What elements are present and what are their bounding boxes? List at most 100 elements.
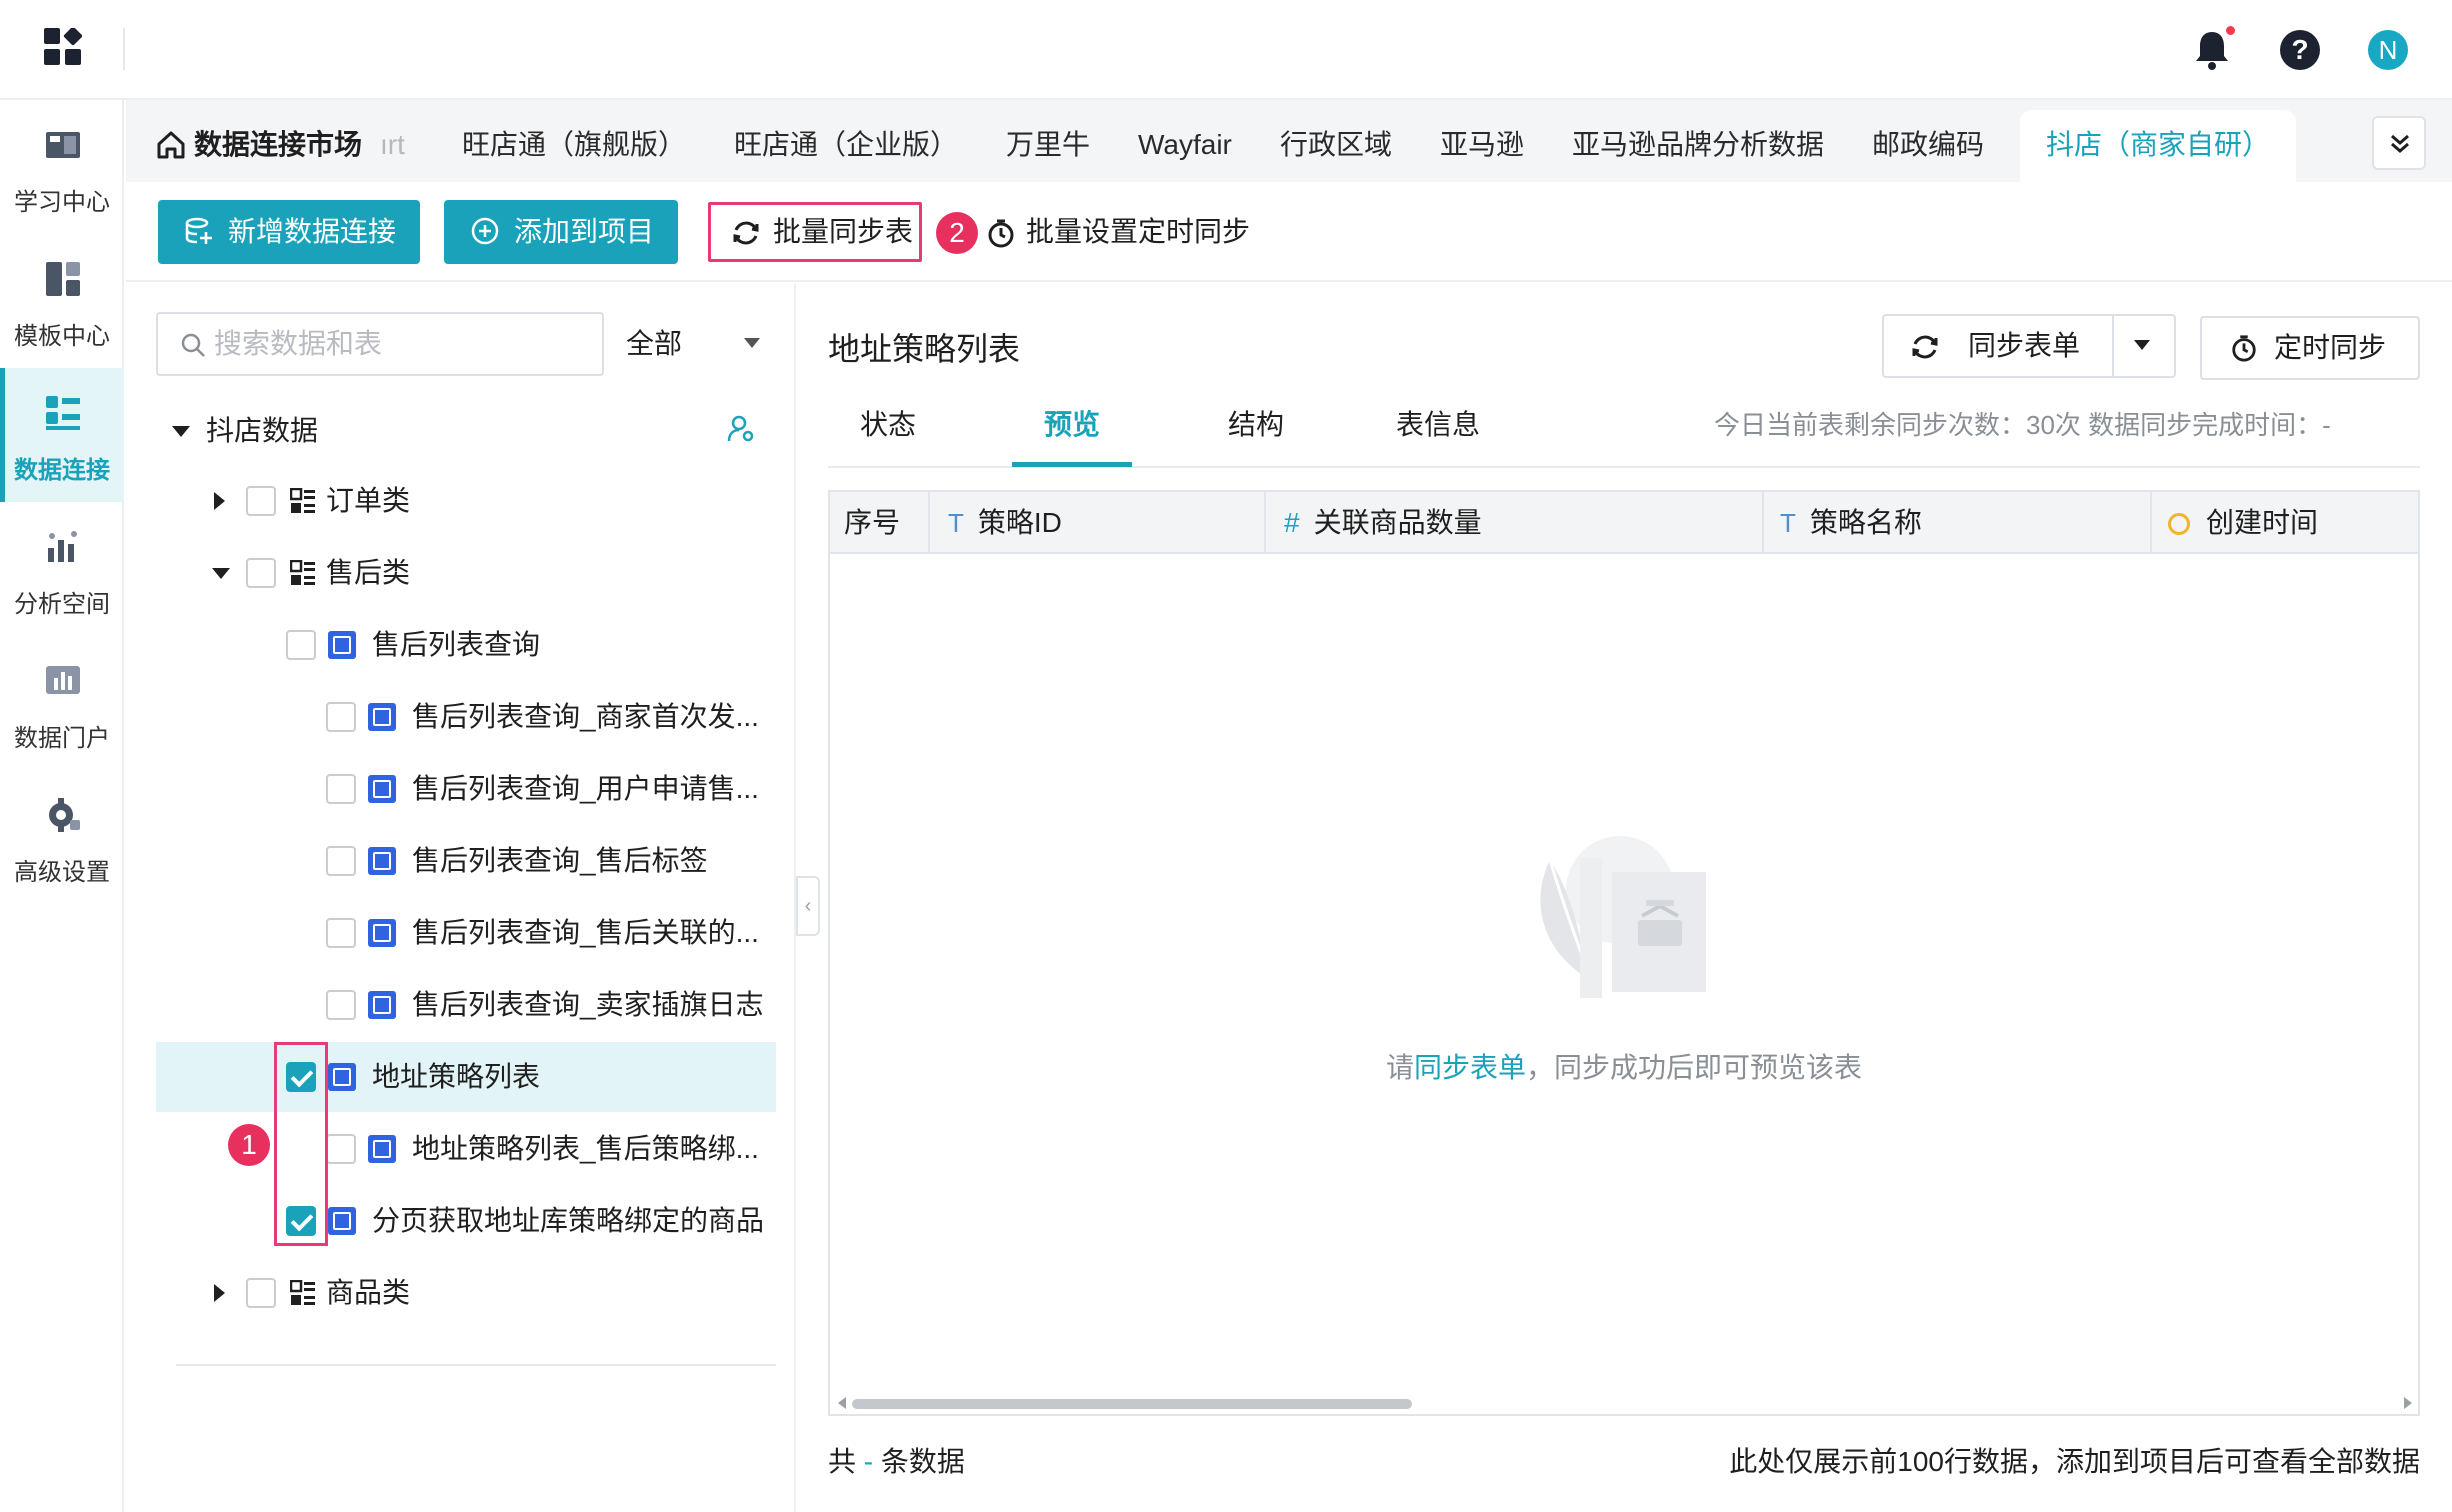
column-header-policy-name[interactable]: T 策略名称 [1764,492,2152,554]
tree-row-child[interactable]: 售后列表查询_卖家插旗日志 [156,970,776,1040]
scrollbar-thumb[interactable] [852,1399,1412,1409]
empty-state-illustration [1540,836,1706,998]
tree-row-child[interactable]: 售后列表查询_售后标签 [156,826,776,896]
nav-item-learning-center[interactable]: 学习中心 [0,100,124,234]
new-data-connection-button[interactable]: 新增数据连接 [158,200,420,264]
checkbox[interactable] [326,990,356,1020]
nav-item-advanced-settings[interactable]: 高级设置 [0,770,124,904]
user-avatar[interactable]: N [2368,30,2408,70]
add-to-project-label: 添加到项目 [514,216,655,247]
tree-row-child[interactable]: 售后列表查询_售后关联的... [156,898,776,968]
tab-postal-code[interactable]: 邮政编码 [1872,110,1984,182]
column-header-product-count[interactable]: # 关联商品数量 [1266,492,1764,554]
checkbox[interactable] [326,702,356,732]
tree-divider [176,1364,776,1366]
sync-icon [733,221,759,245]
tab-table-info[interactable]: 表信息 [1396,392,1480,468]
text-type-icon: T [948,508,964,538]
tab-wangdiantong-flagship[interactable]: 旺店通（旗舰版） [462,110,686,182]
analysis-space-icon [48,531,77,562]
footer-suffix: 条数据 [880,1446,965,1477]
tab-more-button[interactable] [2372,116,2426,170]
detail-title: 地址策略列表 [828,331,1021,367]
help-icon[interactable]: ? [2280,30,2320,70]
add-to-project-button[interactable]: 添加到项目 [444,200,678,264]
nav-item-template-center[interactable]: 模板中心 [0,234,124,368]
tab-wanliniu[interactable]: 万里牛 [1006,110,1090,182]
tree-label: 售后列表查询_售后标签 [412,845,708,876]
checkbox[interactable] [326,918,356,948]
app-grid-icon[interactable] [44,28,82,66]
step-badge-2: 2 [936,212,978,254]
nav-label: 数据连接 [14,457,110,484]
learning-center-icon [46,132,80,158]
table-icon [368,703,396,731]
tab-data-connection-market[interactable]: 数据连接市场 [194,110,362,182]
checkbox-highlight-box [274,1042,328,1246]
search-input[interactable] [214,316,594,372]
scroll-right-arrow-icon[interactable] [2404,1397,2412,1409]
caret-down-icon[interactable] [2134,340,2150,350]
tab-wangdiantong-enterprise[interactable]: 旺店通（企业版） [734,110,958,182]
category-icon [290,1280,315,1305]
tree-row-child[interactable]: 售后列表查询_用户申请售... [156,754,776,824]
caret-down-icon[interactable] [744,338,760,348]
preview-limit-note: 此处仅展示前100行数据，添加到项目后可查看全部数据 [1729,1446,2420,1477]
column-header-policy-id[interactable]: T 策略ID [930,492,1266,554]
nav-item-data-portal[interactable]: 数据门户 [0,636,124,770]
tab-preview[interactable]: 预览 [1044,392,1100,468]
tree-row-root[interactable]: 抖店数据 [156,396,776,466]
nav-label: 学习中心 [14,189,110,216]
caret-down-icon[interactable] [212,568,230,579]
column-label: 关联商品数量 [1313,507,1482,538]
tree-row-orders[interactable]: 订单类 [156,466,776,536]
collapse-panel-handle[interactable]: ‹ [796,876,820,936]
timed-sync-label[interactable]: 定时同步 [2274,316,2386,380]
batch-timed-sync-label: 批量设置定时同步 [1026,216,1251,247]
user-settings-icon[interactable] [726,414,756,444]
tab-amazon[interactable]: 亚马逊 [1440,110,1524,182]
scroll-left-arrow-icon[interactable] [838,1397,846,1409]
tab-status[interactable]: 状态 [860,392,916,468]
sync-table-link[interactable]: 同步表单 [1414,1052,1526,1083]
tab-douyin-shop-active[interactable]: 抖店（商家自研） [2020,110,2296,182]
checkbox[interactable] [246,1278,276,1308]
checkbox[interactable] [246,558,276,588]
tree-row-address-policy[interactable]: 地址策略列表 [156,1042,776,1112]
caret-right-icon[interactable] [214,492,225,510]
notification-bell-icon[interactable] [2192,28,2232,72]
caret-down-icon[interactable] [172,426,190,437]
batch-sync-button[interactable]: 批量同步表 [708,202,922,262]
tree-row-products[interactable]: 商品类 [156,1258,776,1328]
nav-item-analysis-space[interactable]: 分析空间 [0,502,124,636]
tree-label: 抖店数据 [206,415,319,446]
nav-label: 分析空间 [14,591,110,618]
checkbox[interactable] [326,774,356,804]
tree-row-child[interactable]: 售后列表查询_商家首次发... [156,682,776,752]
column-header-created-at[interactable]: 创建时间 [2152,492,2418,554]
tab-truncated[interactable]: ırt [380,110,405,182]
tab-structure[interactable]: 结构 [1228,392,1284,468]
table-icon [368,1135,396,1163]
batch-timed-sync-button[interactable]: 批量设置定时同步 [986,200,1250,264]
tab-administrative-region[interactable]: 行政区域 [1280,110,1392,182]
tree-row-paged-products[interactable]: 分页获取地址库策略绑定的商品 [156,1186,776,1256]
tree-row-aftersale[interactable]: 售后类 [156,538,776,608]
tab-amazon-brand-analytics[interactable]: 亚马逊品牌分析数据 [1572,110,1824,182]
tree-row-aftersale-query[interactable]: 售后列表查询 [156,610,776,680]
double-chevron-down-icon [2391,134,2409,153]
checkbox[interactable] [326,846,356,876]
sync-table-button[interactable]: 同步表单 [1968,314,2080,378]
empty-prefix: 请 [1385,1052,1414,1083]
checkbox[interactable] [246,486,276,516]
checkbox[interactable] [286,630,316,660]
caret-right-icon[interactable] [214,1284,225,1302]
nav-item-data-connection[interactable]: 数据连接 [0,368,124,502]
checkbox[interactable] [326,1134,356,1164]
table-icon [328,1207,356,1235]
column-label: 策略名称 [1809,507,1922,538]
template-center-icon [46,262,80,296]
topbar-divider [123,28,125,70]
column-header-index[interactable]: 序号 [830,492,930,554]
tab-wayfair[interactable]: Wayfair [1138,110,1232,182]
